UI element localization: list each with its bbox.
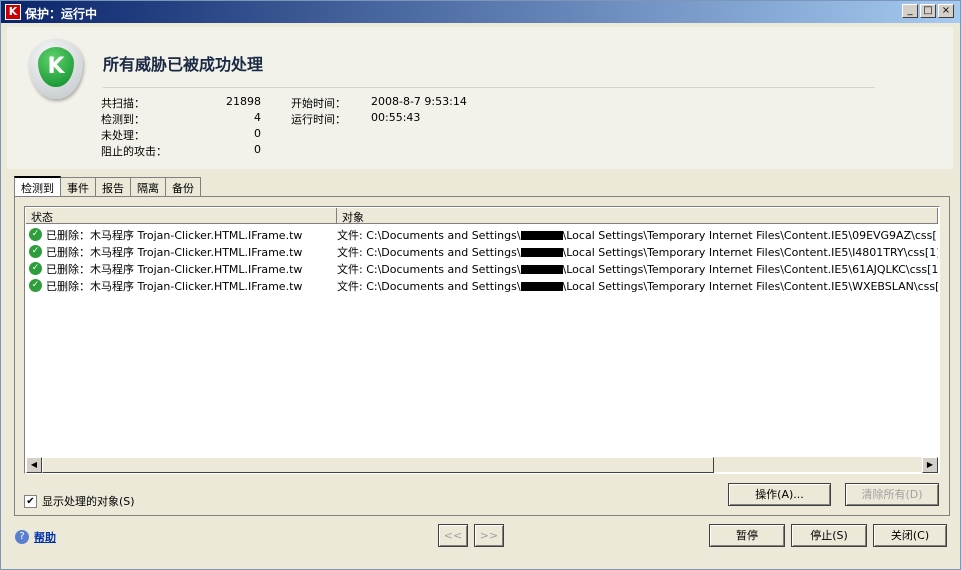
status-cell: ✓ 已删除：木马程序 Trojan-Clicker.HTML.IFrame.tw [26, 261, 337, 277]
blocked-attacks-value: 0 [254, 143, 261, 156]
redacted-username [520, 248, 563, 257]
scanned-value: 21898 [226, 95, 261, 108]
title-bar[interactable]: K 保护：运行中 _ □ × [1, 1, 960, 23]
protection-window: K 保护：运行中 _ □ × K 所有威胁已被成功处理 共扫描： 21898 检… [0, 0, 961, 570]
start-time-label: 开始时间： [291, 97, 346, 110]
list-item[interactable]: ✓ 已删除：木马程序 Trojan-Clicker.HTML.IFrame.tw 文… [26, 226, 938, 243]
stop-button[interactable]: 停止(S) [791, 524, 867, 547]
check-icon: ✓ [29, 228, 42, 241]
object-path-suffix: \Local Settings\Temporary Internet Files… [562, 245, 938, 259]
object-path-suffix: \Local Settings\Temporary Internet Files… [562, 228, 938, 242]
scroll-thumb[interactable] [42, 457, 714, 473]
object-cell: 文件: C:\Documents and Settings\ \Local Set… [337, 278, 938, 294]
show-processed-label: 显示处理的对象(S) [42, 495, 135, 508]
object-cell: 文件: C:\Documents and Settings\ \Local Set… [337, 227, 938, 243]
scroll-left-icon[interactable]: ◀ [26, 457, 42, 473]
close-window-button[interactable]: × [938, 4, 954, 18]
status-text: 已删除：木马程序 Trojan-Clicker.HTML.IFrame.tw [46, 245, 303, 259]
summary-panel: K 所有威胁已被成功处理 共扫描： 21898 检测到： 4 未处理： 0 阻止… [7, 27, 953, 169]
help-link[interactable]: 帮助 [34, 529, 56, 545]
object-cell: 文件: C:\Documents and Settings\ \Local Set… [337, 261, 938, 277]
status-text: 已删除：木马程序 Trojan-Clicker.HTML.IFrame.tw [46, 279, 303, 293]
object-path-prefix: 文件: C:\Documents and Settings\ [337, 262, 521, 276]
list-item[interactable]: ✓ 已删除：木马程序 Trojan-Clicker.HTML.IFrame.tw 文… [26, 260, 938, 277]
minimize-button[interactable]: _ [902, 4, 918, 18]
list-item[interactable]: ✓ 已删除：木马程序 Trojan-Clicker.HTML.IFrame.tw 文… [26, 243, 938, 260]
object-path-prefix: 文件: C:\Documents and Settings\ [337, 228, 521, 242]
show-processed-checkbox[interactable]: ✔ [24, 494, 37, 508]
redacted-username [520, 265, 563, 274]
column-status[interactable]: 状态 [26, 208, 337, 224]
list-item[interactable]: ✓ 已删除：木马程序 Trojan-Clicker.HTML.IFrame.tw 文… [26, 277, 938, 294]
list-header: 状态 对象 [26, 208, 938, 224]
scroll-right-icon[interactable]: ▶ [922, 457, 938, 473]
status-text: 已删除：木马程序 Trojan-Clicker.HTML.IFrame.tw [46, 262, 303, 276]
status-title: 所有威胁已被成功处理 [103, 55, 264, 74]
detected-tab-panel: 状态 对象 ✓ 已删除：木马程序 Trojan-Clicker.HTML.IFra… [14, 196, 950, 516]
redacted-username [520, 282, 563, 291]
kaspersky-logo-icon: K [5, 4, 21, 20]
nav-next-button[interactable]: >> [474, 524, 504, 547]
column-object[interactable]: 对象 [337, 208, 938, 224]
redacted-username [520, 231, 563, 240]
help-icon: ? [15, 530, 29, 544]
tab-bar: 检测到 事件 报告 隔离 备份 [14, 176, 201, 197]
object-path-suffix: \Local Settings\Temporary Internet Files… [562, 262, 938, 276]
object-cell: 文件: C:\Documents and Settings\ \Local Set… [337, 244, 938, 260]
nav-prev-button[interactable]: << [438, 524, 468, 547]
status-text: 已删除：木马程序 Trojan-Clicker.HTML.IFrame.tw [46, 228, 303, 242]
detected-value: 4 [254, 111, 261, 124]
check-icon: ✓ [29, 262, 42, 275]
scanned-label: 共扫描： [101, 97, 145, 110]
status-cell: ✓ 已删除：木马程序 Trojan-Clicker.HTML.IFrame.tw [26, 278, 337, 294]
status-cell: ✓ 已删除：木马程序 Trojan-Clicker.HTML.IFrame.tw [26, 227, 337, 243]
check-icon: ✓ [29, 245, 42, 258]
window-title: 保护：运行中 [25, 7, 98, 21]
shield-icon: K [29, 39, 83, 99]
run-time-label: 运行时间： [291, 113, 346, 126]
tab-reports[interactable]: 报告 [95, 177, 131, 197]
object-path-suffix: \Local Settings\Temporary Internet Files… [562, 279, 938, 293]
clear-all-button[interactable]: 清除所有(D) [845, 483, 939, 506]
tab-events[interactable]: 事件 [60, 177, 96, 197]
tab-backup[interactable]: 备份 [165, 177, 201, 197]
detected-label: 检测到： [101, 113, 145, 126]
tab-detected[interactable]: 检测到 [14, 176, 61, 197]
pause-button[interactable]: 暂停 [709, 524, 785, 547]
unprocessed-label: 未处理： [101, 129, 145, 142]
object-path-prefix: 文件: C:\Documents and Settings\ [337, 245, 521, 259]
actions-button[interactable]: 操作(A)... [728, 483, 831, 506]
run-time-value: 00:55:43 [371, 111, 421, 124]
start-time-value: 2008-8-7 9:53:14 [371, 95, 467, 108]
check-icon: ✓ [29, 279, 42, 292]
status-cell: ✓ 已删除：木马程序 Trojan-Clicker.HTML.IFrame.tw [26, 244, 337, 260]
tab-quarantine[interactable]: 隔离 [130, 177, 166, 197]
horizontal-scrollbar[interactable]: ◀ ▶ [26, 456, 938, 473]
help-link-group[interactable]: ? 帮助 [15, 529, 56, 545]
maximize-button[interactable]: □ [920, 4, 936, 18]
detected-list[interactable]: 状态 对象 ✓ 已删除：木马程序 Trojan-Clicker.HTML.IFra… [24, 206, 940, 474]
show-processed-option[interactable]: ✔ 显示处理的对象(S) [24, 493, 135, 509]
unprocessed-value: 0 [254, 127, 261, 140]
blocked-attacks-label: 阻止的攻击： [101, 145, 167, 158]
divider [103, 87, 875, 88]
close-button[interactable]: 关闭(C) [873, 524, 947, 547]
object-path-prefix: 文件: C:\Documents and Settings\ [337, 279, 521, 293]
